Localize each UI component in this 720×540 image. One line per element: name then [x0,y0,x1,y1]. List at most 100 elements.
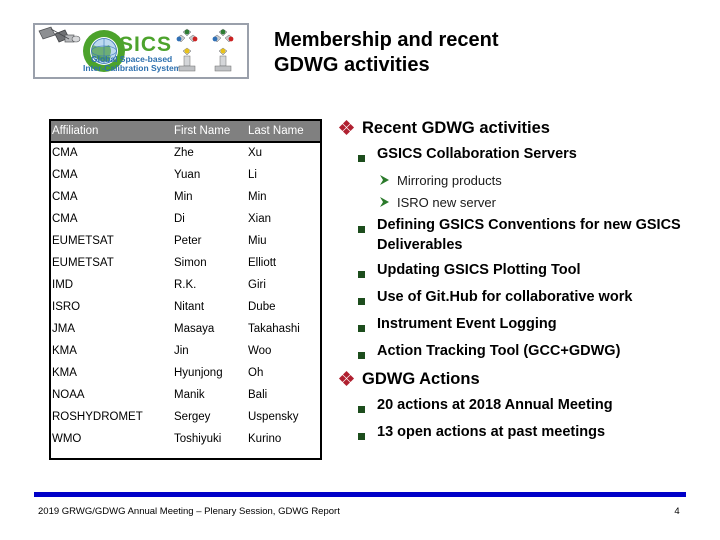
cell-first-name: Min [171,186,245,208]
column-header-affiliation: Affiliation [49,119,171,142]
footer-rule [34,492,686,497]
bullet-item-level-2: 13 open actions at past meetings [338,422,716,444]
cell-affiliation: CMA [49,186,171,208]
cell-first-name: Sergey [171,406,245,428]
diamond-bullet-icon [338,117,362,138]
cell-first-name: Yuan [171,164,245,186]
table-row: CMA Min Min [49,186,322,208]
cell-last-name: Kurino [245,428,322,450]
cell-affiliation: JMA [49,318,171,340]
cell-affiliation: CMA [49,164,171,186]
membership-table-body: CMA Zhe Xu CMA Yuan Li CMA Min Min CMA Di Xian EUMET… [49,142,322,450]
slide-canvas: SICS Global Space-based Inter-Calibratio… [0,0,720,540]
membership-table-head: Affiliation First Name Last Name [49,119,322,142]
table-row: EUMETSAT Peter Miu [49,230,322,252]
table-row: WMO Toshiyuki Kurino [49,428,322,450]
cell-last-name: Min [245,186,322,208]
svg-text:SICS: SICS [119,33,172,56]
column-header-last-name: Last Name [245,119,322,142]
bullet-item-label: 13 open actions at past meetings [377,424,606,440]
square-bullet-icon [358,287,377,309]
cell-affiliation: CMA [49,142,171,164]
cell-first-name: Simon [171,252,245,274]
cell-last-name: Takahashi [245,318,322,340]
square-bullet-icon [358,260,377,282]
bullet-item-label: Updating GSICS Plotting Tool [377,262,581,278]
cell-last-name: Dube [245,296,322,318]
cell-affiliation: IMD [49,274,171,296]
bullet-item-level-2: GSICS Collaboration Servers [338,144,716,166]
cell-affiliation: ISRO [49,296,171,318]
footer-text: 2019 GRWG/GDWG Annual Meeting – Plenary … [38,506,340,517]
gsics-logo-graphic: SICS Global Space-based Inter-Calibratio… [38,26,234,73]
cell-first-name: Di [171,208,245,230]
cell-affiliation: ROSHYDROMET [49,406,171,428]
cell-first-name: Nitant [171,296,245,318]
cell-first-name: Zhe [171,142,245,164]
cell-affiliation: EUMETSAT [49,252,171,274]
diamond-bullet-icon [338,368,362,389]
table-row: IMD R.K. Giri [49,274,322,296]
bullet-item-level-2: Defining GSICS Conventions for new GSICS… [338,215,716,255]
square-bullet-icon [358,395,377,417]
table-row: KMA Jin Woo [49,340,322,362]
bullet-item-label: Instrument Event Logging [377,316,557,332]
table-row: KMA Hyunjong Oh [49,362,322,384]
table-row: JMA Masaya Takahashi [49,318,322,340]
gsics-logo: SICS Global Space-based Inter-Calibratio… [33,23,249,79]
square-bullet-icon [358,341,377,363]
slide-title-line-1: Membership and recent [274,29,499,51]
bullet-item-level-3: Mirroring products [338,171,716,190]
cell-affiliation: EUMETSAT [49,230,171,252]
cell-affiliation: NOAA [49,384,171,406]
table-row: NOAA Manik Bali [49,384,322,406]
arrow-bullet-icon [379,193,397,212]
bullet-item-level-2: Updating GSICS Plotting Tool [338,260,716,282]
cell-last-name: Elliott [245,252,322,274]
cell-last-name: Woo [245,340,322,362]
column-header-first-name: First Name [171,119,245,142]
svg-text:Inter-Calibration System: Inter-Calibration System [83,63,182,73]
bullet-item-level-2: Action Tracking Tool (GCC+GDWG) [338,341,716,363]
square-bullet-icon [358,314,377,336]
bullet-item-level-2: 20 actions at 2018 Annual Meeting [338,395,716,417]
bullet-item-level-1: Recent GDWG activities [338,117,716,139]
cell-first-name: Peter [171,230,245,252]
satellite-icon [38,26,81,43]
cell-last-name: Xian [245,208,322,230]
cell-affiliation: WMO [49,428,171,450]
bullet-item-label: 20 actions at 2018 Annual Meeting [377,397,613,413]
cell-first-name: Manik [171,384,245,406]
bullet-item-level-3: ISRO new server [338,193,716,212]
cell-last-name: Miu [245,230,322,252]
table-row: ROSHYDROMET Sergey Uspensky [49,406,322,428]
bullet-item-label: Defining GSICS Conventions for new GSICS… [377,217,681,253]
square-bullet-icon [358,144,377,166]
bullet-item-label: GSICS Collaboration Servers [377,146,577,162]
cell-last-name: Xu [245,142,322,164]
activities-bullet-list: Recent GDWG activities GSICS Collaboratio… [338,117,716,449]
bullet-item-label: GDWG Actions [362,370,480,388]
cell-last-name: Oh [245,362,322,384]
cell-last-name: Giri [245,274,322,296]
cell-affiliation: CMA [49,208,171,230]
square-bullet-icon [358,422,377,444]
bullet-item-label: Mirroring products [397,173,502,188]
bullet-item-level-2: Instrument Event Logging [338,314,716,336]
cell-first-name: R.K. [171,274,245,296]
bullet-item-level-1: GDWG Actions [338,368,716,390]
cell-first-name: Masaya [171,318,245,340]
slide-title-line-2: GDWG activities [274,54,430,76]
bullet-item-label: Action Tracking Tool (GCC+GDWG) [377,343,621,359]
table-row: EUMETSAT Simon Elliott [49,252,322,274]
cell-last-name: Bali [245,384,322,406]
table-row: CMA Yuan Li [49,164,322,186]
cell-affiliation: KMA [49,362,171,384]
satellite-cluster-icon-2 [212,28,234,72]
table-row: CMA Zhe Xu [49,142,322,164]
membership-table-wrapper: Affiliation First Name Last Name CMA Zhe X… [49,119,322,450]
cell-first-name: Toshiyuki [171,428,245,450]
cell-first-name: Hyunjong [171,362,245,384]
table-row: CMA Di Xian [49,208,322,230]
arrow-bullet-icon [379,171,397,190]
